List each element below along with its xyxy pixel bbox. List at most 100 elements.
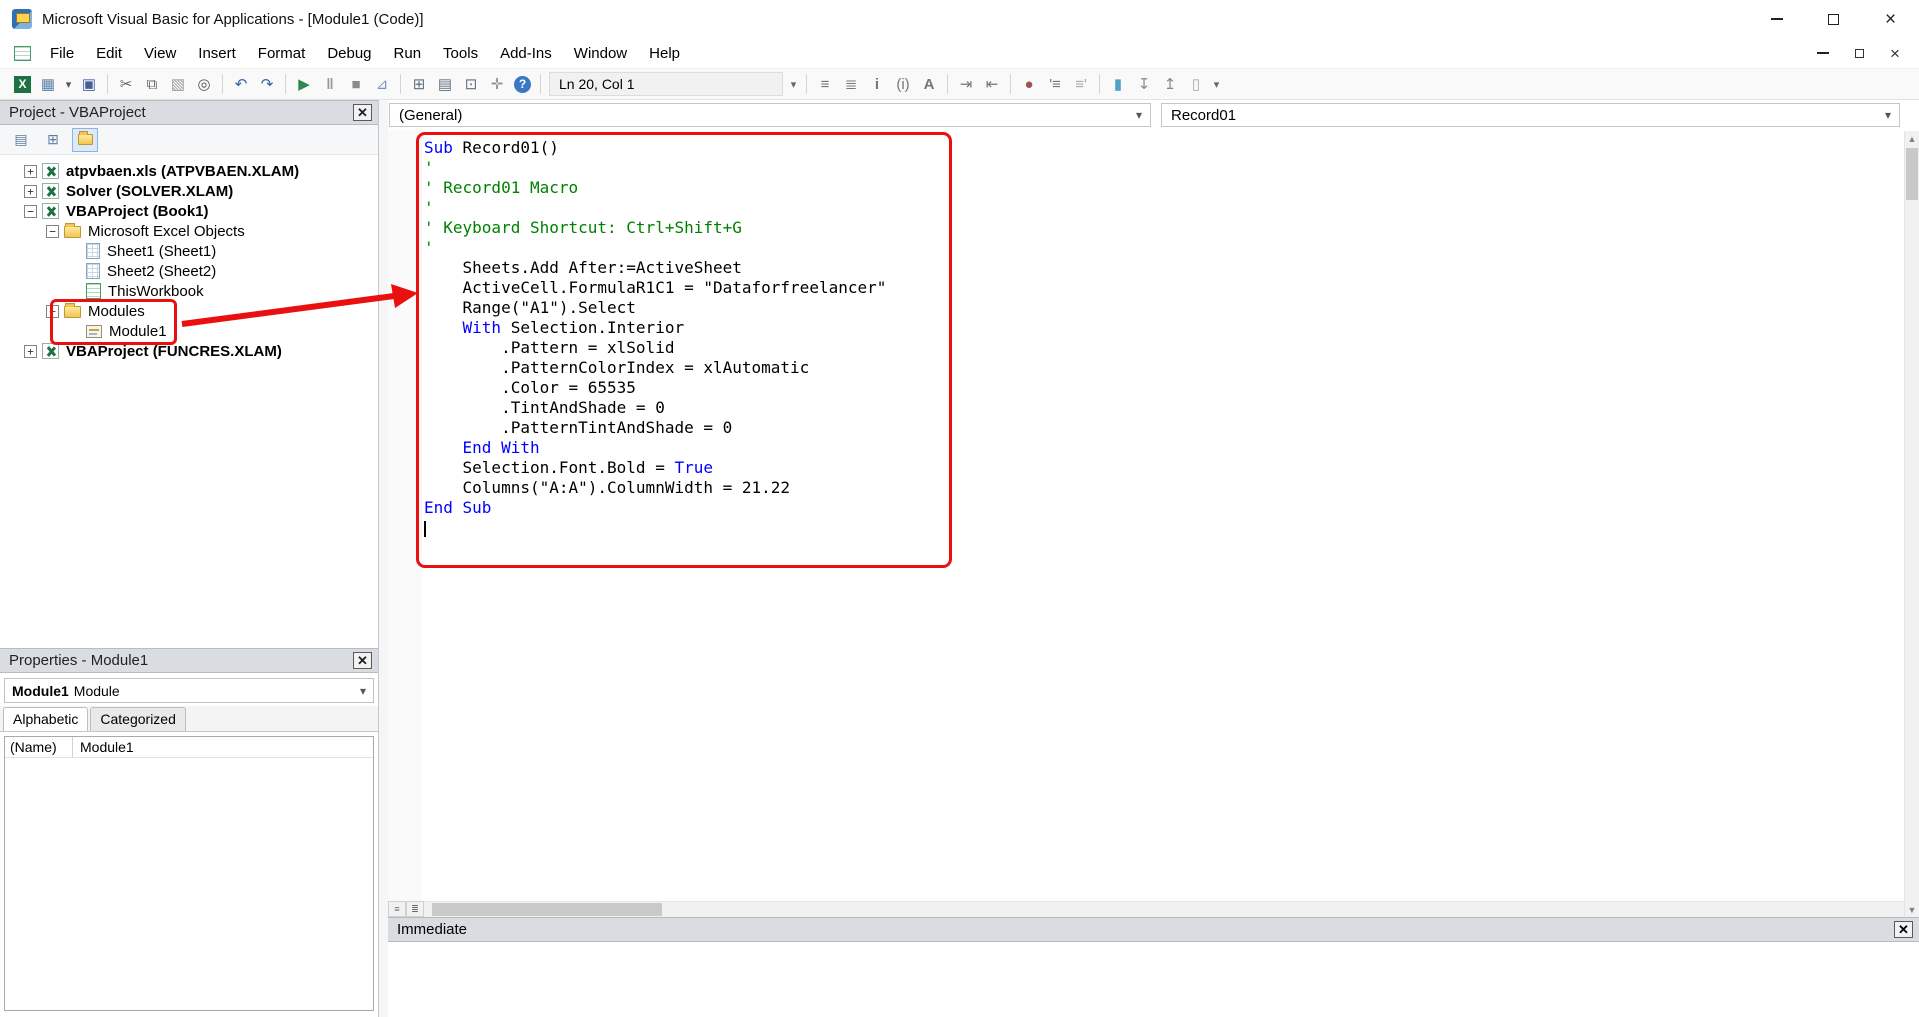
immediate-window: Immediate ✕	[388, 917, 1919, 1017]
tree-item-module1[interactable]: Module1	[0, 321, 378, 341]
cut-icon[interactable]: ✂	[114, 72, 138, 96]
horizontal-scrollbar-thumb[interactable]	[432, 903, 662, 916]
procedure-dropdown[interactable]: Record01 ▾	[1161, 103, 1900, 127]
tab-alphabetic[interactable]: Alphabetic	[3, 707, 89, 731]
horizontal-scrollbar[interactable]	[424, 901, 1904, 917]
undo-icon[interactable]: ↶	[229, 72, 253, 96]
paste-icon[interactable]: ▧	[166, 72, 190, 96]
indent-icon[interactable]: ⇥	[954, 72, 978, 96]
code-window: (General) ▾ Record01 ▾ Sub Record01() ' ' …	[388, 100, 1919, 1017]
tree-expander-icon[interactable]: +	[24, 164, 37, 178]
insert-userform-dropdown-icon[interactable]: ▾	[62, 72, 75, 96]
save-icon[interactable]: ▣	[77, 72, 101, 96]
toolbar-options-icon[interactable]: ▾	[787, 72, 800, 96]
toggle-breakpoint-icon[interactable]: ●	[1017, 72, 1041, 96]
property-value-cell[interactable]: Module1	[73, 737, 373, 757]
find-icon[interactable]: ◎	[192, 72, 216, 96]
code-margin-indicator-bar[interactable]	[388, 130, 422, 901]
immediate-window-body[interactable]	[388, 942, 1919, 1017]
tree-item-thisworkbook[interactable]: ThisWorkbook	[0, 281, 378, 301]
menu-tools[interactable]: Tools	[432, 40, 489, 67]
run-icon[interactable]: ▶	[292, 72, 316, 96]
view-code-button[interactable]: ▤	[8, 128, 34, 152]
next-bookmark-icon[interactable]: ↧	[1132, 72, 1156, 96]
toggle-folders-button[interactable]	[72, 127, 98, 152]
parameter-info-icon[interactable]: (i)	[891, 72, 915, 96]
edit-toolbar-options-icon[interactable]: ▾	[1210, 72, 1223, 96]
window-maximize-button[interactable]	[1805, 0, 1862, 38]
panel-splitter[interactable]	[379, 100, 388, 1017]
properties-panel-close-button[interactable]: ✕	[353, 652, 372, 669]
menu-window[interactable]: Window	[563, 40, 638, 67]
tree-expander-icon[interactable]: −	[46, 304, 59, 318]
view-excel-icon[interactable]: X	[14, 75, 31, 93]
tree-item-modules[interactable]: − Modules	[0, 301, 378, 321]
immediate-window-close-button[interactable]: ✕	[1894, 921, 1913, 938]
copy-icon[interactable]: ⧉	[140, 72, 164, 96]
menu-help[interactable]: Help	[638, 40, 691, 67]
folder-icon	[77, 131, 93, 145]
list-properties-icon[interactable]: ≡	[813, 72, 837, 96]
clear-bookmarks-icon[interactable]: ▯	[1184, 72, 1208, 96]
window-minimize-button[interactable]	[1748, 0, 1805, 38]
tree-item-vbaproject-funcres-xlam[interactable]: + VBAProject (FUNCRES.XLAM)	[0, 341, 378, 361]
mdi-restore-button[interactable]	[1849, 43, 1869, 63]
full-module-view-button[interactable]: ≣	[406, 901, 424, 917]
tree-item-atpvbaen-xls-atpvbaen-xlam[interactable]: + atpvbaen.xls (ATPVBAEN.XLAM)	[0, 161, 378, 181]
project-panel-close-button[interactable]: ✕	[353, 104, 372, 121]
tree-expander-icon[interactable]: −	[46, 224, 59, 238]
properties-window-icon[interactable]: ▤	[433, 72, 457, 96]
project-explorer-icon[interactable]: ⊞	[407, 72, 431, 96]
view-object-button[interactable]: ⊞	[40, 128, 66, 152]
vertical-scrollbar[interactable]: ▲ ▼	[1904, 131, 1919, 917]
menu-file[interactable]: File	[39, 40, 85, 67]
object-dropdown[interactable]: (General) ▾	[389, 103, 1151, 127]
tree-expander-icon[interactable]: +	[24, 184, 37, 198]
list-constants-icon[interactable]: ≣	[839, 72, 863, 96]
insert-userform-icon[interactable]: ▦	[36, 72, 60, 96]
menu-edit[interactable]: Edit	[85, 40, 133, 67]
break-icon[interactable]: ‖	[318, 72, 342, 96]
menu-add-ins[interactable]: Add-Ins	[489, 40, 563, 67]
object-browser-icon[interactable]: ⊡	[459, 72, 483, 96]
uncomment-block-icon[interactable]: ≡'	[1069, 72, 1093, 96]
tree-item-sheet1-sheet1[interactable]: Sheet1 (Sheet1)	[0, 241, 378, 261]
outdent-icon[interactable]: ⇤	[980, 72, 1004, 96]
tree-item-vbaproject-book1[interactable]: − VBAProject (Book1)	[0, 201, 378, 221]
toggle-bookmark-icon[interactable]: ▮	[1106, 72, 1130, 96]
menu-run[interactable]: Run	[383, 40, 433, 67]
mdi-close-button[interactable]: ×	[1885, 43, 1905, 63]
menu-format[interactable]: Format	[247, 40, 317, 67]
code-text[interactable]: Sub Record01() ' ' Record01 Macro ' ' Keyboa…	[422, 130, 1919, 901]
previous-bookmark-icon[interactable]: ↥	[1158, 72, 1182, 96]
menu-insert[interactable]: Insert	[187, 40, 247, 67]
help-icon[interactable]: ?	[514, 75, 531, 93]
menu-debug[interactable]: Debug	[316, 40, 382, 67]
tree-expander-icon[interactable]: +	[24, 344, 37, 358]
redo-icon[interactable]: ↷	[255, 72, 279, 96]
procedure-view-button[interactable]: ≡	[388, 901, 406, 917]
toolbox-icon[interactable]: ✛	[485, 72, 509, 96]
code-editor[interactable]: Sub Record01() ' ' Record01 Macro ' ' Keyboa…	[388, 130, 1919, 901]
tree-expander-icon[interactable]: −	[24, 204, 37, 218]
reset-icon[interactable]: ■	[344, 72, 368, 96]
menu-view[interactable]: View	[133, 40, 187, 67]
tree-item-sheet2-sheet2[interactable]: Sheet2 (Sheet2)	[0, 261, 378, 281]
scroll-down-icon[interactable]: ▼	[1905, 902, 1919, 917]
quick-info-icon[interactable]: i	[865, 72, 889, 96]
view-object-icon: ⊞	[47, 131, 59, 147]
window-close-button[interactable]: ×	[1862, 0, 1919, 38]
vertical-scrollbar-thumb[interactable]	[1906, 148, 1918, 200]
close-icon: ×	[1884, 8, 1897, 30]
tree-item-microsoft-excel-objects[interactable]: − Microsoft Excel Objects	[0, 221, 378, 241]
properties-object-dropdown[interactable]: Module1 Module ▾	[4, 678, 374, 703]
mdi-minimize-button[interactable]	[1813, 43, 1833, 63]
design-mode-icon[interactable]: ⊿	[370, 72, 394, 96]
tree-item-solver-solver-xlam[interactable]: + Solver (SOLVER.XLAM)	[0, 181, 378, 201]
property-name-cell[interactable]: (Name)	[5, 737, 73, 757]
complete-word-icon[interactable]: A	[917, 72, 941, 96]
comment-block-icon[interactable]: '≡	[1043, 72, 1067, 96]
tree-label: Sheet1 (Sheet1)	[107, 242, 217, 260]
scroll-up-icon[interactable]: ▲	[1905, 131, 1919, 146]
tab-categorized[interactable]: Categorized	[90, 707, 186, 731]
